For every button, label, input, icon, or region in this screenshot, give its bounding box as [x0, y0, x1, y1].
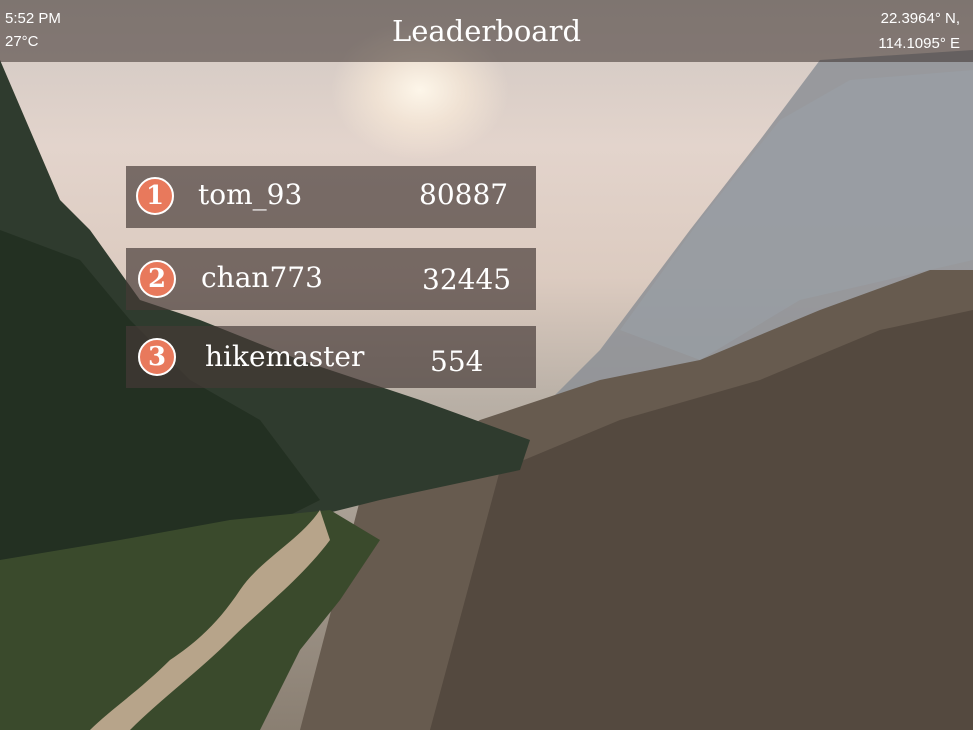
leaderboard-row-1[interactable]: 1 tom_93 80887	[126, 166, 536, 228]
player-name: chan773	[201, 261, 323, 294]
rank-badge: 2	[138, 260, 176, 298]
leaderboard-row-2[interactable]: 2 chan773 32445	[126, 248, 536, 310]
status-bar: 5:52 PM 27°C Leaderboard 22.3964° N, 114…	[0, 0, 973, 62]
player-score: 80887	[419, 178, 509, 211]
latitude-text: 22.3964° N,	[880, 10, 960, 27]
page-title: Leaderboard	[391, 14, 582, 48]
leaderboard-row-3[interactable]: 3 hikemaster 554	[126, 326, 536, 388]
player-name: hikemaster	[205, 340, 365, 373]
longitude-text: 114.1095° E	[878, 35, 960, 52]
player-score: 554	[430, 345, 484, 378]
rank-badge: 1	[136, 177, 174, 215]
player-name: tom_93	[198, 178, 303, 211]
player-score: 32445	[422, 263, 512, 296]
rank-badge: 3	[138, 338, 176, 376]
